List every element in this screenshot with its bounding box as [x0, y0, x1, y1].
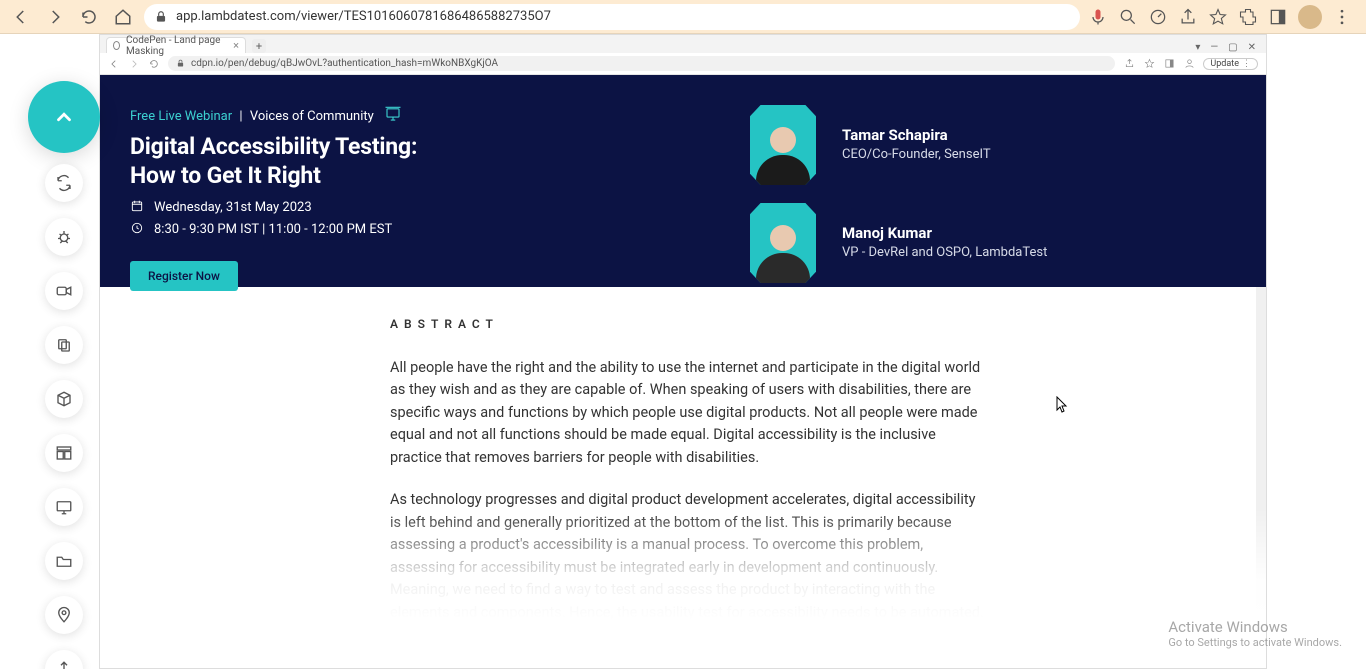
register-button[interactable]: Register Now	[130, 261, 238, 291]
lt-bug-icon[interactable]	[45, 218, 83, 256]
forward-button[interactable]	[42, 4, 68, 30]
hero-title: Digital Accessibility Testing: How to Ge…	[130, 133, 590, 191]
inner-lock-icon	[176, 59, 185, 68]
panel-icon[interactable]	[1268, 7, 1288, 27]
inner-back-icon[interactable]	[108, 58, 120, 70]
inner-address-row: cdpn.io/pen/debug/qBJwOvL?authentication…	[100, 53, 1266, 75]
inner-tab-codepen[interactable]: CodePen - Land page Masking ×	[106, 37, 246, 53]
lt-monitor-icon[interactable]	[45, 488, 83, 526]
lt-layout-icon[interactable]	[45, 434, 83, 472]
lt-toolbar	[45, 164, 83, 669]
lt-folder-icon[interactable]	[45, 542, 83, 580]
calendar-icon	[130, 199, 144, 217]
minimize-icon[interactable]: —	[1210, 42, 1218, 53]
presentation-icon	[384, 105, 402, 127]
lt-switch-icon[interactable]	[45, 164, 83, 202]
share-icon[interactable]	[1178, 7, 1198, 27]
close-tab-icon[interactable]: ×	[233, 39, 239, 52]
lt-upload-icon[interactable]	[45, 650, 83, 669]
speaker-photo	[750, 105, 816, 185]
main-area: CodePen - Land page Masking × + ▾ — ▢ ✕ …	[0, 34, 1366, 669]
hero-eyebrow: Free Live Webinar | Voices of Community	[130, 109, 374, 124]
globe-icon	[113, 41, 120, 50]
abstract-label: ABSTRACT	[390, 317, 986, 331]
mic-icon[interactable]	[1088, 7, 1108, 27]
lt-copy-icon[interactable]	[45, 326, 83, 364]
outer-address-bar[interactable]: app.lambdatest.com/viewer/TES10160607816…	[144, 4, 1080, 30]
outer-browser-chrome: app.lambdatest.com/viewer/TES10160607816…	[0, 0, 1366, 34]
speakers-list: Tamar Schapira CEO/Co-Founder, SenseIT M…	[750, 105, 1047, 291]
lt-box-icon[interactable]	[45, 380, 83, 418]
inner-new-tab[interactable]: +	[252, 39, 266, 53]
maximize-icon[interactable]: ▢	[1228, 42, 1237, 53]
speaker-name: Tamar Schapira	[842, 126, 991, 144]
abstract-paragraph: In this session, Tamar Schapira, Co-Foun…	[390, 644, 986, 668]
dashboard-icon[interactable]	[1148, 7, 1168, 27]
hero-date-row: Wednesday, 31st May 2023	[130, 199, 590, 217]
inner-tabstrip: CodePen - Land page Masking × + ▾ — ▢ ✕	[100, 35, 1266, 53]
speaker-item: Manoj Kumar VP - DevRel and OSPO, Lambda…	[750, 203, 1047, 283]
inner-update-button[interactable]: Update⋮	[1203, 58, 1258, 70]
captured-browser-window: CodePen - Land page Masking × + ▾ — ▢ ✕ …	[99, 34, 1267, 669]
lt-video-icon[interactable]	[45, 272, 83, 310]
speaker-item: Tamar Schapira CEO/Co-Founder, SenseIT	[750, 105, 1047, 185]
inner-url-text: cdpn.io/pen/debug/qBJwOvL?authentication…	[191, 58, 498, 69]
inner-panel-icon[interactable]	[1163, 58, 1175, 70]
star-icon[interactable]	[1208, 7, 1228, 27]
abstract-paragraph: All people have the right and the abilit…	[390, 357, 986, 469]
inner-tab-title: CodePen - Land page Masking	[126, 35, 223, 57]
home-button[interactable]	[110, 4, 136, 30]
back-button[interactable]	[8, 4, 34, 30]
inner-share-icon[interactable]	[1123, 58, 1135, 70]
lt-collapse-button[interactable]	[28, 81, 100, 153]
outer-url-text: app.lambdatest.com/viewer/TES10160607816…	[176, 9, 551, 24]
close-window-icon[interactable]: ✕	[1248, 42, 1256, 53]
inner-reload-icon[interactable]	[148, 58, 160, 70]
lock-icon	[154, 10, 168, 24]
clock-icon	[130, 221, 144, 239]
hero-banner: Free Live Webinar | Voices of Community …	[100, 75, 1266, 287]
speaker-role: CEO/Co-Founder, SenseIT	[842, 146, 991, 164]
speaker-photo	[750, 203, 816, 283]
speaker-name: Manoj Kumar	[842, 224, 1047, 242]
abstract-paragraph: As technology progresses and digital pro…	[390, 489, 986, 624]
chevron-down-icon[interactable]: ▾	[1195, 42, 1200, 53]
extensions-icon[interactable]	[1238, 7, 1258, 27]
inner-window-controls: ▾ — ▢ ✕	[1195, 42, 1266, 53]
inner-star-icon[interactable]	[1143, 58, 1155, 70]
hero-time-row: 8:30 - 9:30 PM IST | 11:00 - 12:00 PM ES…	[130, 221, 590, 239]
inner-address-bar[interactable]: cdpn.io/pen/debug/qBJwOvL?authentication…	[168, 56, 1115, 71]
profile-avatar[interactable]	[1298, 5, 1322, 29]
page-content: Free Live Webinar | Voices of Community …	[100, 75, 1266, 668]
inner-profile-icon[interactable]	[1183, 58, 1195, 70]
kebab-menu-icon[interactable]	[1332, 7, 1352, 27]
abstract-section: ABSTRACT All people have the right and t…	[100, 287, 1266, 668]
zoom-icon[interactable]	[1118, 7, 1138, 27]
speaker-role: VP - DevRel and OSPO, LambdaTest	[842, 244, 1047, 262]
inner-forward-icon[interactable]	[128, 58, 140, 70]
lt-location-icon[interactable]	[45, 596, 83, 634]
reload-button[interactable]	[76, 4, 102, 30]
